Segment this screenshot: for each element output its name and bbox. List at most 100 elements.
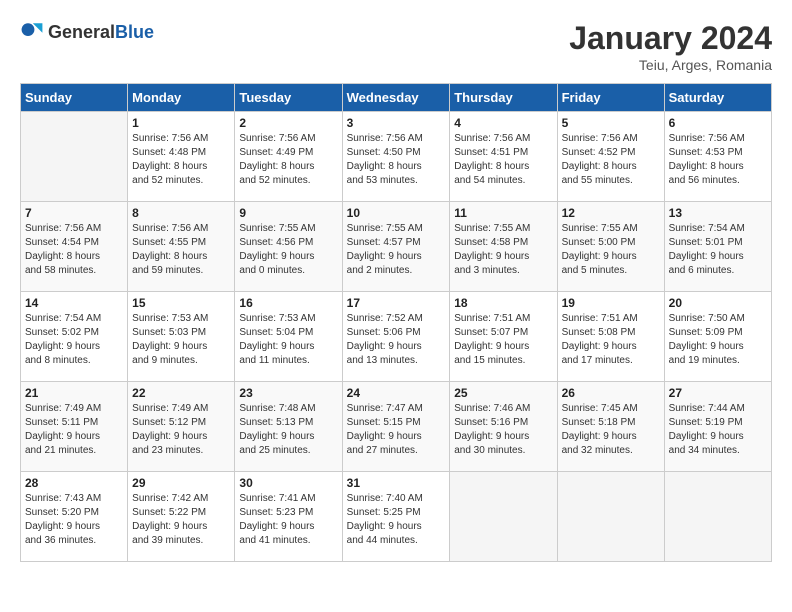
day-number: 29: [132, 476, 230, 490]
day-info: Sunrise: 7:55 AM Sunset: 4:57 PM Dayligh…: [347, 222, 446, 278]
logo-icon: [20, 20, 44, 44]
day-number: 4: [454, 116, 552, 130]
day-info: Sunrise: 7:44 AM Sunset: 5:19 PM Dayligh…: [669, 402, 767, 458]
day-info: Sunrise: 7:56 AM Sunset: 4:52 PM Dayligh…: [562, 132, 660, 188]
week-row-4: 21Sunrise: 7:49 AM Sunset: 5:11 PM Dayli…: [21, 382, 772, 472]
weekday-monday: Monday: [128, 84, 235, 112]
day-number: 9: [239, 206, 337, 220]
calendar-cell: 18 Sunrise: 7:51 AM Sunset: 5:07 PM Dayli…: [450, 292, 557, 382]
day-number: 19: [562, 296, 660, 310]
day-number: 26: [562, 386, 660, 400]
calendar-body: 1 Sunrise: 7:56 AM Sunset: 4:48 PM Daylig…: [21, 112, 772, 562]
day-number: 23: [239, 386, 337, 400]
day-number: 13: [669, 206, 767, 220]
weekday-thursday: Thursday: [450, 84, 557, 112]
calendar-cell: 4 Sunrise: 7:56 AM Sunset: 4:51 PM Daylig…: [450, 112, 557, 202]
day-info: Sunrise: 7:56 AM Sunset: 4:51 PM Dayligh…: [454, 132, 552, 188]
weekday-saturday: Saturday: [664, 84, 771, 112]
logo-general-text: General: [48, 22, 115, 42]
month-title: January 2024: [569, 20, 772, 57]
calendar-cell: [450, 472, 557, 562]
calendar-cell: 2Sunrise: 7:56 AM Sunset: 4:49 PM Daylig…: [235, 112, 342, 202]
day-info: Sunrise: 7:41 AM Sunset: 5:23 PM Dayligh…: [239, 492, 337, 548]
calendar-cell: 8 Sunrise: 7:56 AM Sunset: 4:55 PM Daylig…: [128, 202, 235, 292]
day-number: 11: [454, 206, 552, 220]
calendar-cell: 15 Sunrise: 7:53 AM Sunset: 5:03 PM Dayli…: [128, 292, 235, 382]
day-number: 1: [132, 116, 230, 130]
weekday-wednesday: Wednesday: [342, 84, 450, 112]
day-number: 3: [347, 116, 446, 130]
calendar-cell: 11 Sunrise: 7:55 AM Sunset: 4:58 PM Dayli…: [450, 202, 557, 292]
day-number: 27: [669, 386, 767, 400]
calendar-cell: 23 Sunrise: 7:48 AM Sunset: 5:13 PM Dayli…: [235, 382, 342, 472]
day-number: 2: [239, 116, 337, 130]
day-number: 6: [669, 116, 767, 130]
calendar-cell: 7 Sunrise: 7:56 AM Sunset: 4:54 PM Daylig…: [21, 202, 128, 292]
day-info: Sunrise: 7:43 AM Sunset: 5:20 PM Dayligh…: [25, 492, 123, 548]
calendar-cell: 29 Sunrise: 7:42 AM Sunset: 5:22 PM Dayli…: [128, 472, 235, 562]
day-info: Sunrise: 7:53 AM Sunset: 5:03 PM Dayligh…: [132, 312, 230, 368]
day-info: Sunrise: 7:45 AM Sunset: 5:18 PM Dayligh…: [562, 402, 660, 458]
day-number: 18: [454, 296, 552, 310]
logo: GeneralBlue: [20, 20, 154, 44]
day-info: Sunrise: 7:53 AM Sunset: 5:04 PM Dayligh…: [239, 312, 337, 368]
day-info: Sunrise: 7:46 AM Sunset: 5:16 PM Dayligh…: [454, 402, 552, 458]
day-number: 5: [562, 116, 660, 130]
calendar-cell: 22Sunrise: 7:49 AM Sunset: 5:12 PM Dayli…: [128, 382, 235, 472]
week-row-1: 1 Sunrise: 7:56 AM Sunset: 4:48 PM Daylig…: [21, 112, 772, 202]
day-number: 25: [454, 386, 552, 400]
calendar-cell: 12 Sunrise: 7:55 AM Sunset: 5:00 PM Dayli…: [557, 202, 664, 292]
day-number: 7: [25, 206, 123, 220]
calendar-cell: 26 Sunrise: 7:45 AM Sunset: 5:18 PM Dayli…: [557, 382, 664, 472]
calendar-cell: 25 Sunrise: 7:46 AM Sunset: 5:16 PM Dayli…: [450, 382, 557, 472]
calendar-cell: 19Sunrise: 7:51 AM Sunset: 5:08 PM Dayli…: [557, 292, 664, 382]
calendar-cell: 16 Sunrise: 7:53 AM Sunset: 5:04 PM Dayli…: [235, 292, 342, 382]
day-number: 10: [347, 206, 446, 220]
day-info: Sunrise: 7:54 AM Sunset: 5:02 PM Dayligh…: [25, 312, 123, 368]
day-number: 8: [132, 206, 230, 220]
calendar-cell: 3Sunrise: 7:56 AM Sunset: 4:50 PM Daylig…: [342, 112, 450, 202]
day-info: Sunrise: 7:47 AM Sunset: 5:15 PM Dayligh…: [347, 402, 446, 458]
day-info: Sunrise: 7:56 AM Sunset: 4:54 PM Dayligh…: [25, 222, 123, 278]
calendar-table: SundayMondayTuesdayWednesdayThursdayFrid…: [20, 83, 772, 562]
day-info: Sunrise: 7:56 AM Sunset: 4:55 PM Dayligh…: [132, 222, 230, 278]
title-block: January 2024 Teiu, Arges, Romania: [569, 20, 772, 73]
day-number: 20: [669, 296, 767, 310]
calendar-cell: 5 Sunrise: 7:56 AM Sunset: 4:52 PM Daylig…: [557, 112, 664, 202]
calendar-cell: 27 Sunrise: 7:44 AM Sunset: 5:19 PM Dayli…: [664, 382, 771, 472]
day-info: Sunrise: 7:42 AM Sunset: 5:22 PM Dayligh…: [132, 492, 230, 548]
day-info: Sunrise: 7:51 AM Sunset: 5:07 PM Dayligh…: [454, 312, 552, 368]
calendar-cell: 1 Sunrise: 7:56 AM Sunset: 4:48 PM Daylig…: [128, 112, 235, 202]
day-info: Sunrise: 7:50 AM Sunset: 5:09 PM Dayligh…: [669, 312, 767, 368]
day-info: Sunrise: 7:49 AM Sunset: 5:11 PM Dayligh…: [25, 402, 123, 458]
day-info: Sunrise: 7:49 AM Sunset: 5:12 PM Dayligh…: [132, 402, 230, 458]
day-number: 12: [562, 206, 660, 220]
day-info: Sunrise: 7:55 AM Sunset: 4:58 PM Dayligh…: [454, 222, 552, 278]
day-info: Sunrise: 7:52 AM Sunset: 5:06 PM Dayligh…: [347, 312, 446, 368]
calendar-cell: 10 Sunrise: 7:55 AM Sunset: 4:57 PM Dayli…: [342, 202, 450, 292]
calendar-cell: [664, 472, 771, 562]
page-header: GeneralBlue January 2024 Teiu, Arges, Ro…: [20, 20, 772, 73]
day-info: Sunrise: 7:40 AM Sunset: 5:25 PM Dayligh…: [347, 492, 446, 548]
calendar-cell: 30 Sunrise: 7:41 AM Sunset: 5:23 PM Dayli…: [235, 472, 342, 562]
logo-blue-text: Blue: [115, 22, 154, 42]
day-info: Sunrise: 7:48 AM Sunset: 5:13 PM Dayligh…: [239, 402, 337, 458]
weekday-sunday: Sunday: [21, 84, 128, 112]
calendar-cell: 20 Sunrise: 7:50 AM Sunset: 5:09 PM Dayli…: [664, 292, 771, 382]
day-number: 15: [132, 296, 230, 310]
day-info: Sunrise: 7:56 AM Sunset: 4:48 PM Dayligh…: [132, 132, 230, 188]
day-info: Sunrise: 7:54 AM Sunset: 5:01 PM Dayligh…: [669, 222, 767, 278]
day-info: Sunrise: 7:56 AM Sunset: 4:53 PM Dayligh…: [669, 132, 767, 188]
day-info: Sunrise: 7:55 AM Sunset: 4:56 PM Dayligh…: [239, 222, 337, 278]
day-info: Sunrise: 7:55 AM Sunset: 5:00 PM Dayligh…: [562, 222, 660, 278]
day-number: 30: [239, 476, 337, 490]
week-row-2: 7 Sunrise: 7:56 AM Sunset: 4:54 PM Daylig…: [21, 202, 772, 292]
weekday-tuesday: Tuesday: [235, 84, 342, 112]
day-number: 31: [347, 476, 446, 490]
calendar-cell: 6 Sunrise: 7:56 AM Sunset: 4:53 PM Daylig…: [664, 112, 771, 202]
calendar-cell: 24 Sunrise: 7:47 AM Sunset: 5:15 PM Dayli…: [342, 382, 450, 472]
calendar-cell: [21, 112, 128, 202]
day-number: 24: [347, 386, 446, 400]
day-number: 14: [25, 296, 123, 310]
day-number: 16: [239, 296, 337, 310]
